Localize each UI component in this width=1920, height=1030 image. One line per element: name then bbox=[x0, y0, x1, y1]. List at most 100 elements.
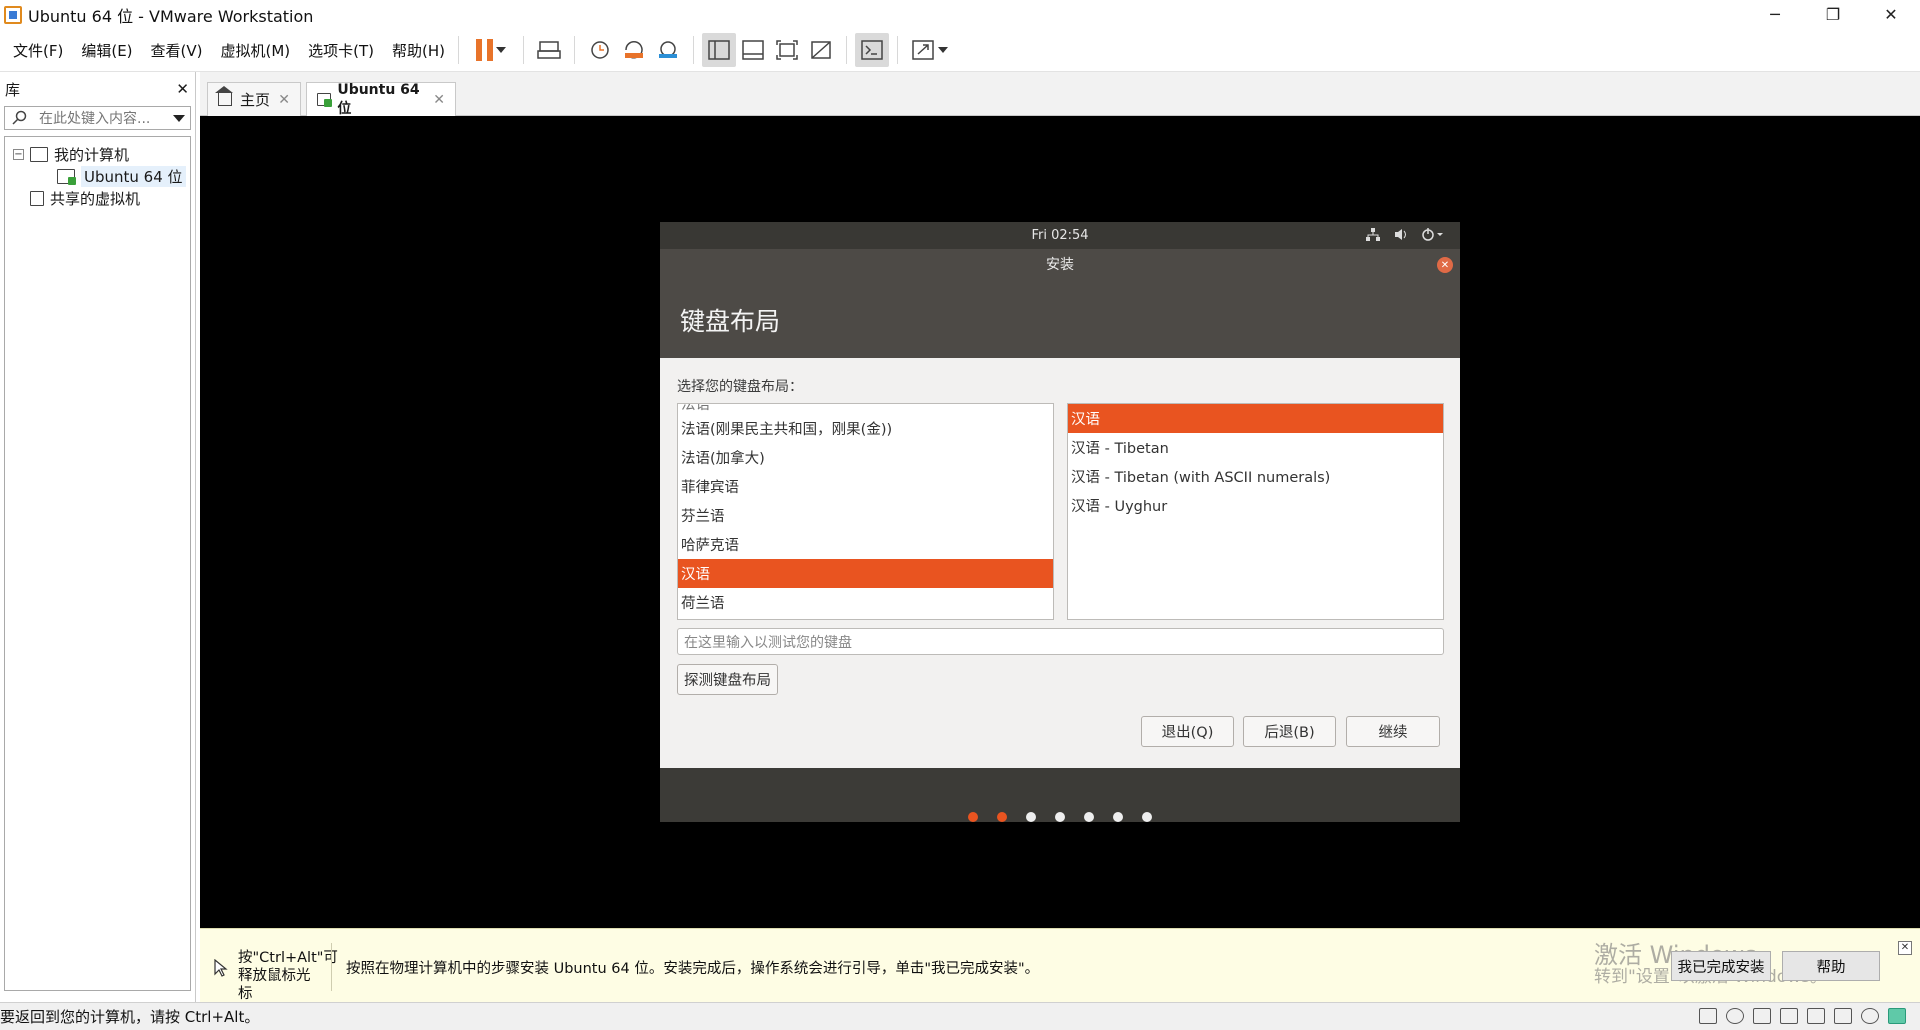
unity-button[interactable] bbox=[804, 33, 838, 67]
tree-item-ubuntu[interactable]: Ubuntu 64 位 bbox=[5, 165, 190, 187]
finished-install-button[interactable]: 我已完成安装 bbox=[1671, 951, 1771, 981]
stretch-button[interactable] bbox=[906, 33, 952, 67]
library-header: 库 ✕ bbox=[0, 72, 195, 106]
usb-icon[interactable] bbox=[1780, 1008, 1798, 1024]
message-log-icon[interactable] bbox=[1888, 1008, 1906, 1024]
detect-layout-button[interactable]: 探测键盘布局 bbox=[677, 664, 778, 695]
revert-snapshot-button[interactable] bbox=[617, 33, 651, 67]
printer-icon[interactable] bbox=[1807, 1008, 1825, 1024]
chevron-down-icon bbox=[496, 47, 507, 53]
library-tree: − 我的计算机 Ubuntu 64 位 共享的虚拟机 bbox=[4, 136, 191, 991]
tree-label: 共享的虚拟机 bbox=[50, 189, 141, 208]
variant-list-item[interactable]: 汉语 - Tibetan bbox=[1068, 433, 1443, 462]
library-close-button[interactable]: ✕ bbox=[176, 80, 189, 98]
progress-dot bbox=[968, 812, 978, 822]
snapshot-button[interactable] bbox=[583, 33, 617, 67]
language-list-item[interactable]: 汉语 bbox=[678, 559, 1053, 588]
tree-label: Ubuntu 64 位 bbox=[81, 165, 186, 187]
language-list-item[interactable]: 荷兰语 bbox=[678, 588, 1053, 617]
tab-home[interactable]: 主页 ✕ bbox=[207, 82, 301, 116]
language-list-item[interactable]: 芬兰语 bbox=[678, 501, 1053, 530]
vm-icon bbox=[317, 93, 333, 107]
help-button[interactable]: 帮助 bbox=[1782, 951, 1880, 981]
variant-list-item[interactable]: 汉语 - Tibetan (with ASCII numerals) bbox=[1068, 462, 1443, 491]
ubuntu-clock[interactable]: Fri 02:54 bbox=[1031, 228, 1088, 243]
menu-view[interactable]: 查看(V) bbox=[151, 40, 203, 61]
ubuntu-screen[interactable]: Fri 02:54 安装 ✕ 键盘布局 选择您的键盘布局： 法语 法语(刚果民主共… bbox=[660, 222, 1460, 822]
close-button[interactable]: ✕ bbox=[1862, 0, 1920, 29]
language-list-item[interactable]: 哈萨克语 bbox=[678, 530, 1053, 559]
menu-edit[interactable]: 编辑(E) bbox=[81, 40, 132, 61]
vmware-app-icon bbox=[4, 5, 22, 24]
collapse-toggle[interactable]: − bbox=[13, 148, 24, 160]
full-screen-button[interactable] bbox=[770, 33, 804, 67]
keyboard-test-input[interactable]: 在这里输入以测试您的键盘 bbox=[677, 628, 1444, 655]
unity-icon bbox=[811, 41, 831, 59]
installer-header: 安装 ✕ 键盘布局 bbox=[660, 249, 1460, 358]
installer-window: 安装 ✕ 键盘布局 选择您的键盘布局： 法语 法语(刚果民主共和国，刚果(金)) 法… bbox=[660, 249, 1460, 822]
menu-file[interactable]: 文件(F) bbox=[13, 40, 63, 61]
library-search-input[interactable]: 在此处键入内容... bbox=[4, 106, 191, 130]
sound-card-icon[interactable] bbox=[1834, 1008, 1852, 1024]
window-titlebar: Ubuntu 64 位 - VMware Workstation ─ ❐ ✕ bbox=[0, 0, 1920, 29]
hint-close-button[interactable]: ✕ bbox=[1898, 941, 1912, 955]
progress-dot bbox=[1113, 812, 1123, 822]
menu-tabs[interactable]: 选项卡(T) bbox=[308, 40, 374, 61]
tab-bar: 主页 ✕ Ubuntu 64 位 ✕ bbox=[200, 72, 1920, 117]
hard-disk-icon[interactable] bbox=[1699, 1008, 1717, 1024]
send-ctrl-alt-del-button[interactable] bbox=[532, 33, 566, 67]
language-list-item[interactable]: 菲律宾语 bbox=[678, 472, 1053, 501]
quit-button[interactable]: 退出(Q) bbox=[1141, 716, 1234, 747]
tab-close-icon[interactable]: ✕ bbox=[433, 92, 445, 108]
tab-close-icon[interactable]: ✕ bbox=[278, 92, 290, 108]
pause-button[interactable] bbox=[467, 33, 515, 67]
volume-icon[interactable] bbox=[1394, 228, 1408, 241]
layout-prompt: 选择您的键盘布局： bbox=[677, 379, 803, 395]
variant-list-item[interactable]: 汉语 - Uyghur bbox=[1068, 491, 1443, 520]
tree-item-my-computer[interactable]: − 我的计算机 bbox=[5, 143, 190, 165]
toolbar-separator bbox=[574, 36, 576, 64]
network-adapter-icon[interactable] bbox=[1753, 1008, 1771, 1024]
menu-help[interactable]: 帮助(H) bbox=[392, 40, 445, 61]
device-tray bbox=[1699, 1008, 1906, 1024]
language-list[interactable]: 法语 法语(刚果民主共和国，刚果(金)) 法语(加拿大) 菲律宾语 芬兰语 哈萨克语 汉语荷… bbox=[677, 403, 1054, 620]
cd-dvd-icon[interactable] bbox=[1726, 1008, 1744, 1024]
thumbnail-bar-button[interactable] bbox=[736, 33, 770, 67]
library-search-placeholder: 在此处键入内容... bbox=[39, 111, 151, 127]
search-icon bbox=[12, 110, 27, 125]
variant-list-item[interactable]: 汉语 bbox=[1068, 404, 1443, 433]
progress-dot bbox=[1026, 812, 1036, 822]
ubuntu-top-panel: Fri 02:54 bbox=[660, 222, 1460, 249]
progress-dot bbox=[997, 812, 1007, 822]
continue-button[interactable]: 继续 bbox=[1346, 716, 1440, 747]
panel-indicators[interactable] bbox=[1366, 228, 1444, 241]
tab-ubuntu[interactable]: Ubuntu 64 位 ✕ bbox=[306, 81, 456, 117]
snapshot-manager-button[interactable] bbox=[651, 33, 685, 67]
thumbnail-icon bbox=[742, 40, 764, 60]
back-button[interactable]: 后退(B) bbox=[1243, 716, 1336, 747]
language-list-item[interactable]: 法语 bbox=[678, 404, 1053, 414]
network-icon[interactable] bbox=[1366, 228, 1380, 241]
tab-ubuntu-label: Ubuntu 64 位 bbox=[337, 81, 420, 117]
power-icon[interactable] bbox=[1422, 228, 1444, 241]
display-icon[interactable] bbox=[1861, 1008, 1879, 1024]
menu-vm[interactable]: 虚拟机(M) bbox=[221, 40, 291, 61]
language-list-item[interactable]: 法语(刚果民主共和国，刚果(金)) bbox=[678, 414, 1053, 443]
vm-console[interactable]: Fri 02:54 安装 ✕ 键盘布局 选择您的键盘布局： 法语 法语(刚果民主共… bbox=[200, 116, 1920, 928]
show-library-button[interactable] bbox=[702, 33, 737, 67]
installer-footer bbox=[660, 768, 1460, 822]
library-view-icon bbox=[708, 40, 730, 60]
computer-icon bbox=[30, 146, 48, 162]
variant-list[interactable]: 汉语 汉语 - Tibetan 汉语 - Tibetan (with ASCII n… bbox=[1067, 403, 1444, 620]
console-view-button[interactable] bbox=[855, 33, 890, 67]
window-title: Ubuntu 64 位 - VMware Workstation bbox=[28, 6, 314, 26]
tree-item-shared-vms[interactable]: 共享的虚拟机 bbox=[5, 187, 190, 209]
restore-button[interactable]: ❐ bbox=[1804, 0, 1862, 29]
installer-close-button[interactable]: ✕ bbox=[1437, 257, 1453, 273]
progress-dot bbox=[1055, 812, 1065, 822]
chevron-down-icon[interactable] bbox=[173, 115, 185, 122]
revert-icon bbox=[625, 41, 644, 59]
language-list-item[interactable]: 法语(加拿大) bbox=[678, 443, 1053, 472]
minimize-button[interactable]: ─ bbox=[1746, 0, 1804, 29]
fullscreen-icon bbox=[776, 40, 798, 60]
